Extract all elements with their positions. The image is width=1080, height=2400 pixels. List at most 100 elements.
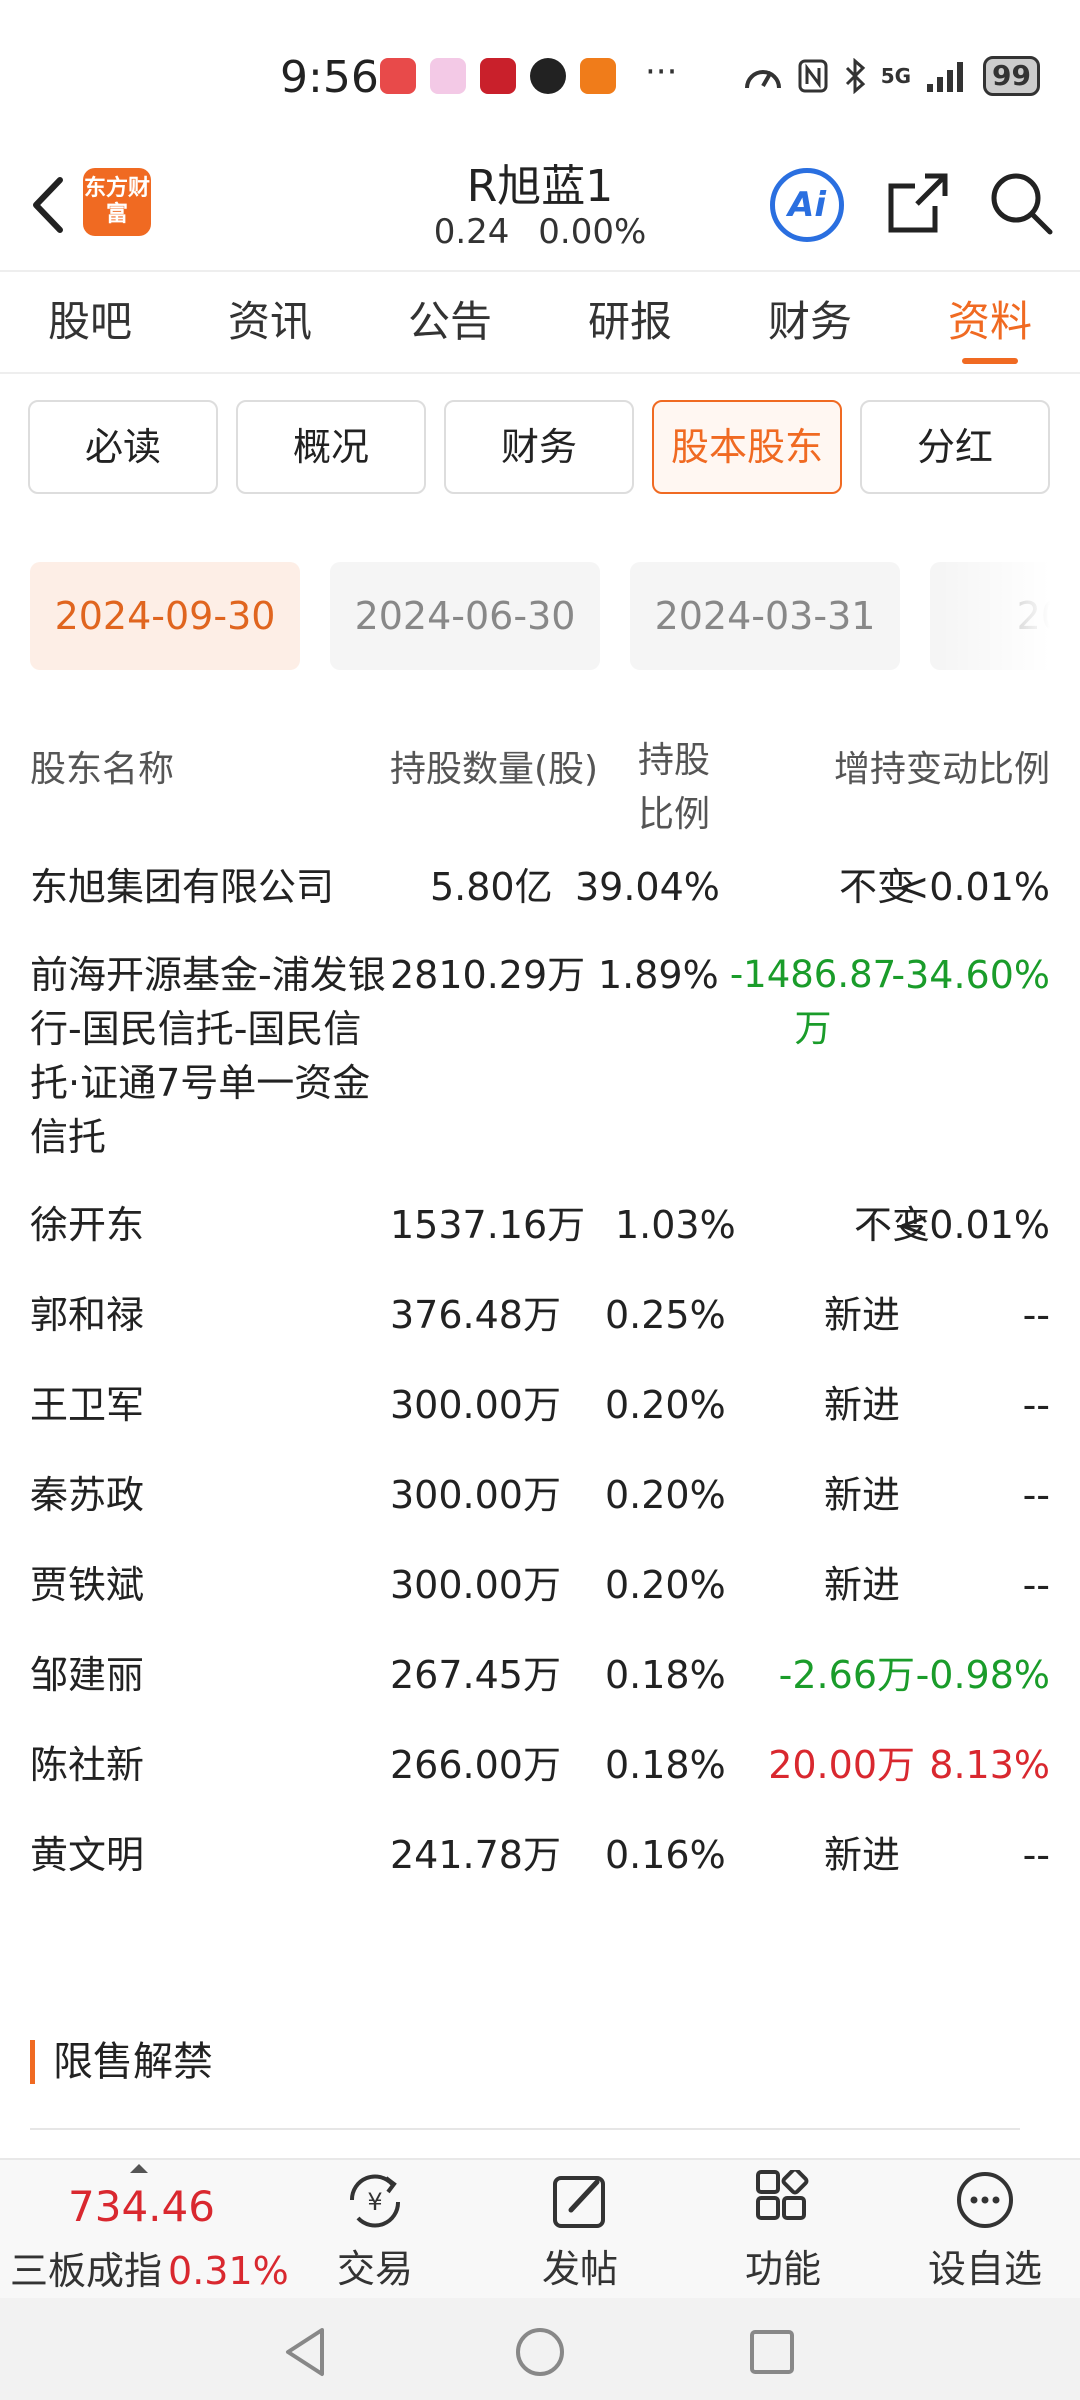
holder-shares: 267.45万 xyxy=(390,1653,561,1697)
holder-change-pct: <0.01% xyxy=(897,865,1050,909)
tab-guba[interactable]: 股吧 xyxy=(0,272,180,372)
holder-ratio: 0.16% xyxy=(605,1833,726,1877)
subtab-finance[interactable]: 财务 xyxy=(444,400,634,494)
holder-change-pct: -0.98% xyxy=(915,1653,1050,1697)
svg-text:¥: ¥ xyxy=(367,2188,382,2216)
speed-icon xyxy=(744,70,781,89)
tab-profile[interactable]: 资料 xyxy=(900,272,1080,372)
date-chip[interactable]: 2024-09-30 xyxy=(30,562,300,670)
holder-change: 新进 xyxy=(823,1293,900,1337)
holder-name: 黄文明 xyxy=(30,1833,145,1877)
holder-name: 贾铁斌 xyxy=(30,1563,145,1607)
holder-shares: 300.00万 xyxy=(390,1563,561,1607)
table-row[interactable]: 黄文明 241.78万 0.16% 新进 -- xyxy=(30,1828,1050,1918)
table-row[interactable]: 邹建丽 267.45万 0.18% -2.66万 -0.98% xyxy=(30,1648,1050,1738)
status-bar: 9:56 ··· 5G 99 xyxy=(0,0,1080,160)
table-row[interactable]: 东旭集团有限公司 5.80亿 39.04% 不变 <0.01% xyxy=(30,860,1050,948)
holder-ratio: 0.20% xyxy=(605,1563,726,1607)
nfc-icon xyxy=(798,59,828,93)
bottom-bar: 734.46 三板成指 0.31% ¥ 交易 发帖 功能 设自选 xyxy=(0,2158,1080,2298)
tab-research[interactable]: 研报 xyxy=(540,272,720,372)
table-row[interactable]: 前海开源基金-浦发银行-国民信托-国民信托·证通7号单一资金信托 2810.29… xyxy=(30,948,1050,1198)
header-change: 增持变动比例 xyxy=(833,749,1050,790)
holder-change: 新进 xyxy=(823,1563,900,1607)
holder-ratio: 39.04% xyxy=(575,865,720,909)
holder-shares: 5.80亿 xyxy=(430,865,553,909)
stock-price: 0.24 xyxy=(433,212,510,252)
holder-change: -1486.87万 xyxy=(729,953,897,1050)
tab-finance[interactable]: 财务 xyxy=(720,272,900,372)
holder-change-pct: -34.60% xyxy=(891,953,1050,997)
date-chip[interactable]: 2024-03-31 xyxy=(630,562,900,670)
status-more-icon: ··· xyxy=(645,52,678,92)
holder-change-pct: -- xyxy=(1022,1473,1050,1517)
header: 东方财富 R旭蓝1 0.24 0.00% Ai xyxy=(0,140,1080,270)
holder-ratio: 0.18% xyxy=(605,1743,726,1787)
holder-change-pct: -- xyxy=(1022,1833,1050,1877)
system-recents-icon[interactable] xyxy=(748,2328,796,2376)
table-row[interactable]: 陈社新 266.00万 0.18% 20.00万 8.13% xyxy=(30,1738,1050,1828)
holder-shares: 1537.16万 xyxy=(390,1203,586,1247)
stock-change-pct: 0.00% xyxy=(538,212,647,252)
nav-functions-label: 功能 xyxy=(744,2247,821,2291)
holder-name: 王卫军 xyxy=(30,1383,145,1427)
more-circle-icon xyxy=(957,2172,1013,2228)
sub-tabs: 必读 概况 财务 股本股东 分红 xyxy=(28,400,1054,494)
holder-change-pct: 8.13% xyxy=(929,1743,1050,1787)
holder-change-pct: -- xyxy=(1022,1293,1050,1337)
app-cmb-icon xyxy=(480,58,516,94)
holder-name: 郭和禄 xyxy=(30,1293,145,1337)
holder-shares: 300.00万 xyxy=(390,1473,561,1517)
table-row[interactable]: 郭和禄 376.48万 0.25% 新进 -- xyxy=(30,1288,1050,1378)
system-back-icon[interactable] xyxy=(282,2326,330,2378)
app-book-icon xyxy=(380,58,416,94)
holder-ratio: 0.18% xyxy=(605,1653,726,1697)
holder-name: 邹建丽 xyxy=(30,1653,145,1697)
table-row[interactable]: 王卫军 300.00万 0.20% 新进 -- xyxy=(30,1378,1050,1468)
yen-cycle-icon: ¥ xyxy=(349,2174,401,2228)
holder-name: 陈社新 xyxy=(30,1743,145,1787)
table-row[interactable]: 贾铁斌 300.00万 0.20% 新进 -- xyxy=(30,1558,1050,1648)
app-bunny-icon xyxy=(430,58,466,94)
shareholder-table: 股东名称 持股数量(股) 持股比例 增持变动比例 东旭集团有限公司 5.80亿 … xyxy=(30,740,1050,1918)
subtab-dividend[interactable]: 分红 xyxy=(860,400,1050,494)
search-icon[interactable] xyxy=(988,170,1054,236)
subtab-shareholders[interactable]: 股本股东 xyxy=(652,400,842,494)
nav-trade[interactable]: ¥ 交易 xyxy=(300,2170,450,2293)
status-system-icons: 5G 99 xyxy=(743,56,1040,96)
network-label: 5G xyxy=(880,64,912,88)
date-chip[interactable]: 2024-06-30 xyxy=(330,562,600,670)
holder-name: 秦苏政 xyxy=(30,1473,145,1517)
nav-functions[interactable]: 功能 xyxy=(708,2170,858,2293)
grid-icon xyxy=(756,2170,809,2220)
holder-ratio: 0.20% xyxy=(605,1473,726,1517)
subtab-overview[interactable]: 概况 xyxy=(236,400,426,494)
app-qq-icon xyxy=(530,58,566,94)
share-icon[interactable] xyxy=(885,170,951,236)
header-shares: 持股数量(股) xyxy=(390,749,599,790)
holder-name: 前海开源基金-浦发银行-国民信托-国民信托·证通7号单一资金信托 xyxy=(30,953,386,1159)
date-fade-overlay xyxy=(940,562,1050,672)
holder-shares: 266.00万 xyxy=(390,1743,561,1787)
signal-icon xyxy=(927,62,964,92)
holder-change: 新进 xyxy=(823,1833,900,1877)
nav-post[interactable]: 发帖 xyxy=(505,2170,655,2293)
section-title-restricted-release: 限售解禁 xyxy=(30,2040,213,2084)
holder-ratio: 1.89% xyxy=(598,953,719,997)
table-row[interactable]: 徐开东 1537.16万 1.03% 不变 <0.01% xyxy=(30,1198,1050,1288)
holder-shares: 241.78万 xyxy=(390,1833,561,1877)
table-row[interactable]: 秦苏政 300.00万 0.20% 新进 -- xyxy=(30,1468,1050,1558)
system-home-icon[interactable] xyxy=(514,2326,566,2378)
ai-button[interactable]: Ai xyxy=(770,168,844,242)
tab-news[interactable]: 资讯 xyxy=(180,272,360,372)
tab-announcements[interactable]: 公告 xyxy=(360,272,540,372)
battery-icon: 99 xyxy=(983,56,1040,96)
holder-shares: 2810.29万 xyxy=(390,953,586,997)
subtab-must-read[interactable]: 必读 xyxy=(28,400,218,494)
edit-icon xyxy=(553,2176,605,2228)
expand-caret-icon[interactable] xyxy=(130,2164,148,2173)
app-orange-icon xyxy=(580,58,616,94)
nav-add-watchlist[interactable]: 设自选 xyxy=(910,2170,1060,2293)
holder-ratio: 0.20% xyxy=(605,1383,726,1427)
status-time: 9:56 xyxy=(280,52,379,103)
